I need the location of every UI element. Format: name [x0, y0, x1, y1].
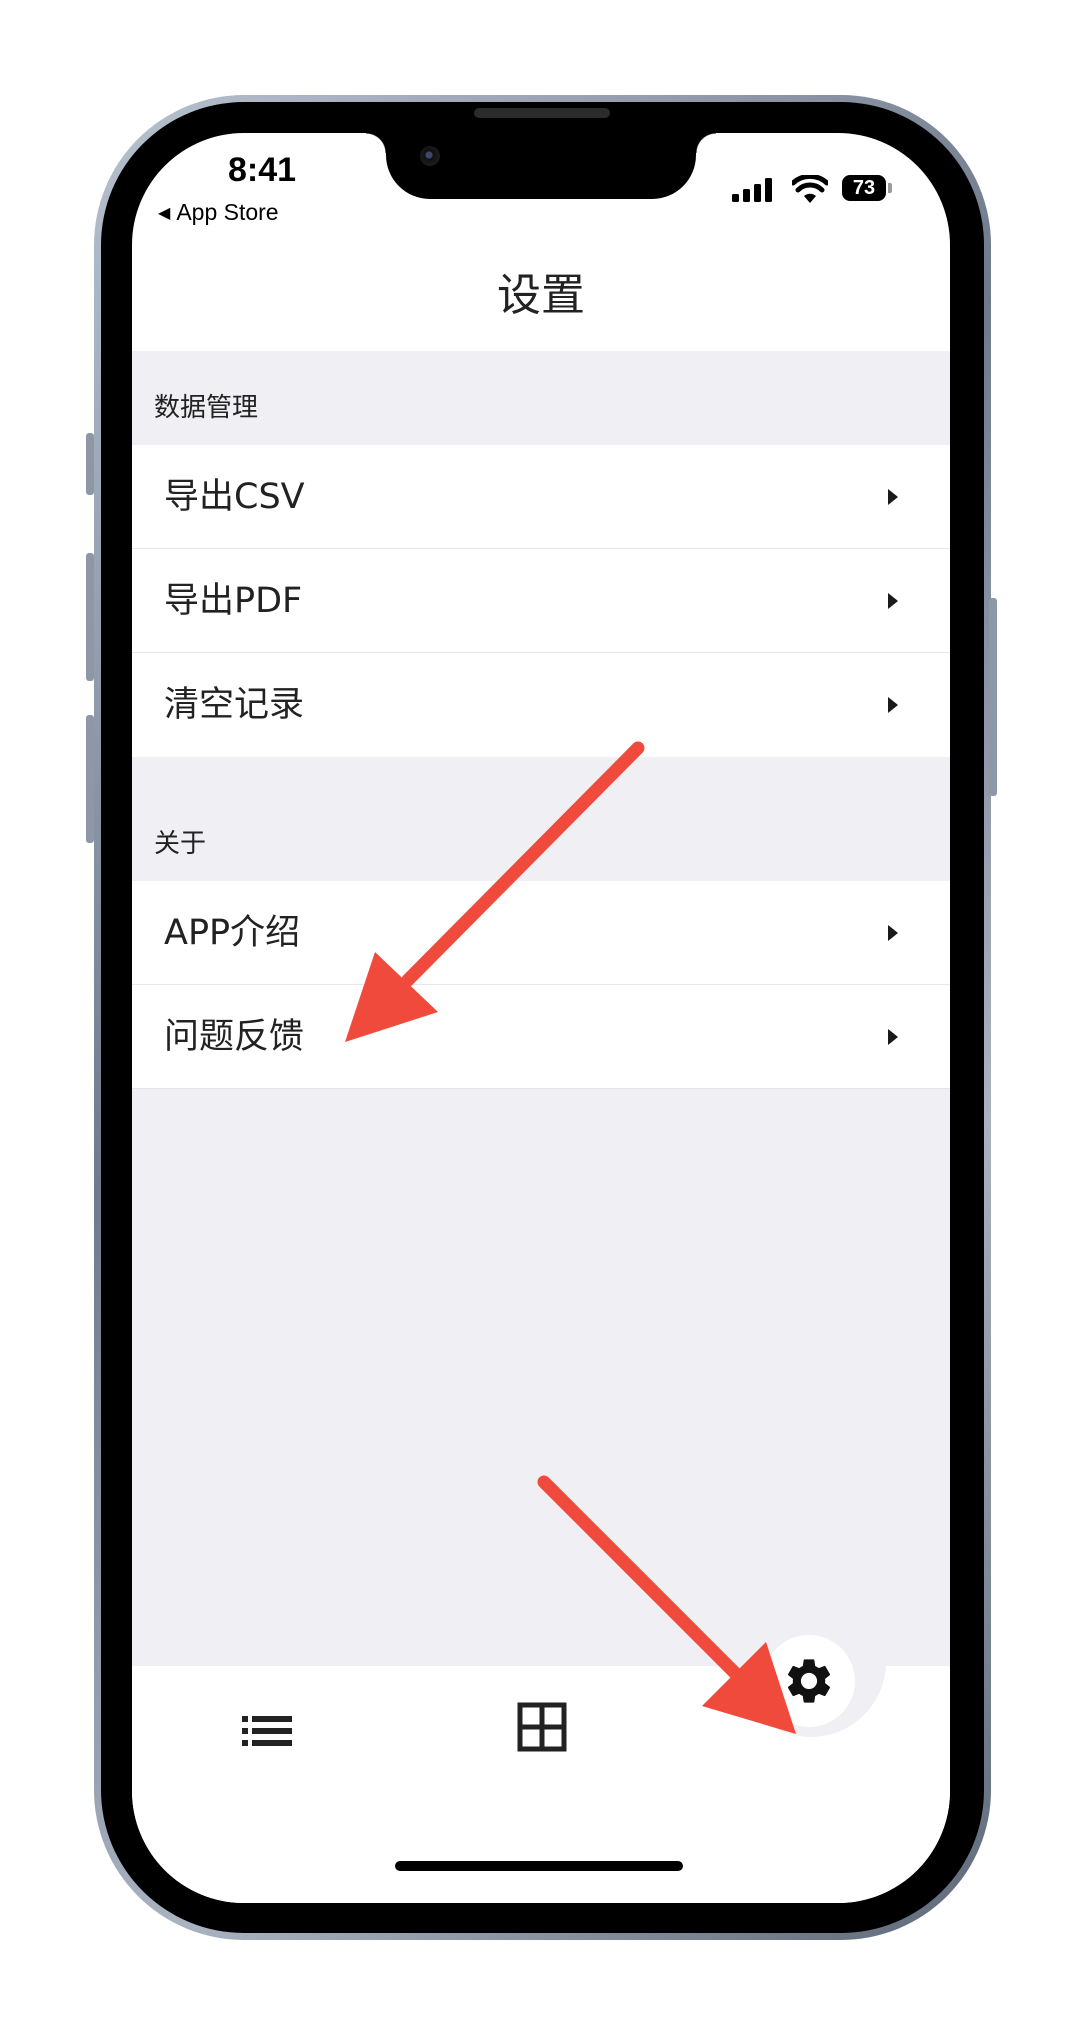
arrow-to-feedback: [345, 741, 645, 1042]
annotation-arrows: [345, 741, 796, 1734]
arrow-to-settings-tab: [537, 1475, 796, 1734]
